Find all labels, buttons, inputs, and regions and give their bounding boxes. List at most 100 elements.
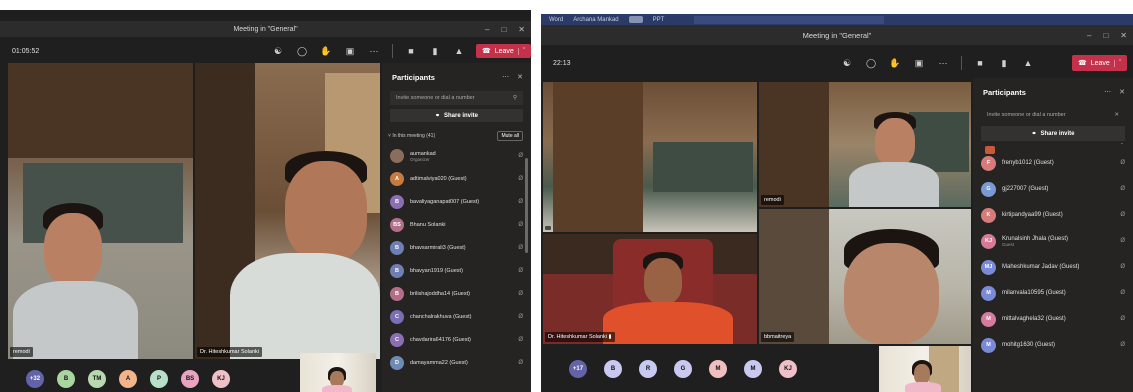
video-tile-remodi[interactable]: remodi [8, 63, 193, 359]
more-participants-badge[interactable]: +17 [569, 360, 587, 378]
close-panel-icon[interactable]: ✕ [1119, 88, 1125, 96]
participant-avatar[interactable]: G [674, 360, 692, 378]
participant-row[interactable]: Cchavdarira64176 (Guest) Ø [390, 331, 523, 349]
mic-icon[interactable]: ▮ [998, 57, 1010, 69]
avatar: B [390, 195, 404, 209]
leave-button[interactable]: ☎ Leave ˇ [476, 44, 531, 58]
maximize-icon[interactable]: □ [501, 25, 506, 34]
in-meeting-section-toggle[interactable]: ˅ In this meeting (41) [388, 133, 435, 139]
rooms-icon[interactable]: ▣ [344, 45, 356, 57]
more-options-icon[interactable]: ⋯ [502, 73, 509, 81]
more-participants-badge[interactable]: +32 [26, 370, 44, 388]
participant-row[interactable]: Mmittalvaghela32 (Guest) Ø [981, 310, 1125, 328]
reactions-icon[interactable]: ✋ [889, 57, 901, 69]
participant-avatar[interactable]: M [744, 360, 762, 378]
participant-avatar[interactable]: B [604, 360, 622, 378]
reactions-icon[interactable]: ✋ [320, 45, 332, 57]
close-icon[interactable]: ✕ [518, 25, 525, 34]
person-body [905, 382, 941, 392]
mute-all-button[interactable]: Mute all [497, 131, 523, 141]
participant-row[interactable]: Kkirtipandyaa99 (Guest) Ø [981, 206, 1125, 224]
more-actions-icon[interactable]: ⋯ [937, 57, 949, 69]
more-options-icon[interactable]: ⋯ [1104, 88, 1111, 96]
participant-row[interactable]: MJ Maheshkumar Jadav (Guest) Ø [981, 258, 1125, 276]
avatar: K [981, 207, 996, 223]
video-tile-hiteshkumar[interactable]: Dr. Hiteshkumar Solanki [195, 63, 380, 359]
participant-row[interactable]: BS Bhanu Solanki Ø [390, 216, 523, 234]
participant-row[interactable]: Ffrenyb1012 (Guest) Ø [981, 154, 1125, 172]
video-tile-empty-room[interactable] [543, 82, 757, 232]
participant-row[interactable]: Bbhavsarmirali3 (Guest) Ø [390, 239, 523, 257]
participants-icon[interactable]: ☯ [841, 57, 853, 69]
participant-row[interactable]: Ggj227007 (Guest) Ø [981, 180, 1125, 198]
share-screen-icon[interactable]: ▲ [1022, 57, 1034, 69]
participant-name: mohitg1630 (Guest) [1002, 342, 1055, 348]
os-tab-word[interactable]: Word [549, 17, 563, 23]
participant-name: Bhanu Solanki [410, 222, 445, 228]
mic-muted-icon: Ø [1120, 186, 1125, 192]
video-tile-remodi[interactable]: remodi [759, 82, 971, 207]
minimize-icon[interactable]: – [1087, 31, 1091, 40]
chevron-up-icon[interactable]: ˆ [1121, 144, 1123, 150]
rooms-icon[interactable]: ▣ [913, 57, 925, 69]
participant-avatar[interactable]: BS [181, 370, 199, 388]
panel-scrollbar[interactable] [525, 158, 528, 253]
camera-icon[interactable]: ■ [974, 57, 986, 69]
share-invite-button[interactable]: ⚭ Share invite [390, 109, 523, 122]
participant-name: milanvala10595 (Guest) [1002, 290, 1066, 296]
chat-icon[interactable]: ◯ [296, 45, 308, 57]
participant-row[interactable]: Mmohitg1630 (Guest) Ø [981, 336, 1125, 354]
invite-input[interactable]: Invite someone or dial a number ✕ [981, 108, 1125, 122]
mic-muted-icon: Ø [518, 337, 523, 343]
participant-avatar[interactable]: KJ [779, 360, 797, 378]
participant-avatar[interactable]: R [639, 360, 657, 378]
participant-avatar[interactable]: A [119, 370, 137, 388]
os-tab-ppt[interactable]: PPT [653, 17, 665, 23]
board [653, 142, 753, 192]
participant-name: Maheshkumar Jadav (Guest) [1002, 264, 1079, 270]
minimize-icon[interactable]: – [485, 25, 489, 34]
wall-cabinet [8, 63, 193, 158]
chevron-down-icon[interactable]: ˇ [1113, 59, 1121, 67]
share-invite-button[interactable]: ⚭ Share invite [981, 126, 1125, 141]
leave-button[interactable]: ☎ Leave ˇ [1072, 55, 1128, 71]
os-tab-archana[interactable]: Archana Mankad [573, 17, 618, 23]
participant-name-text: kirtipandyaa99 (Guest) [1002, 212, 1063, 218]
mic-icon[interactable]: ▮ [429, 45, 441, 57]
participant-name-text: chanchalrakhuva (Guest) [410, 314, 472, 320]
video-tile-bbmaitreya[interactable]: bbmaitreya [759, 209, 971, 344]
invite-input[interactable]: Invite someone or dial a number ⚲ [390, 91, 523, 105]
participant-avatar[interactable]: P [150, 370, 168, 388]
participant-row[interactable]: Bbrilishajoddha14 (Guest) Ø [390, 285, 523, 303]
participant-row[interactable]: Bbhavyan1919 (Guest) Ø [390, 262, 523, 280]
participant-row[interactable]: Cchanchalrakhuva (Guest) Ø [390, 308, 523, 326]
participant-row[interactable]: Mmilanvala10595 (Guest) Ø [981, 284, 1125, 302]
close-icon[interactable]: ✕ [1114, 112, 1119, 118]
participant-row[interactable]: aumankad Organizer Ø [390, 147, 523, 165]
participant-row[interactable]: Bbavaliyaganapat007 (Guest) Ø [390, 193, 523, 211]
close-icon[interactable]: ✕ [1120, 31, 1127, 40]
mic-muted-icon: Ø [1120, 160, 1125, 166]
participant-avatar[interactable]: B [57, 370, 75, 388]
maximize-icon[interactable]: □ [1103, 31, 1108, 40]
camera-icon[interactable]: ■ [405, 45, 417, 57]
window-controls: – □ ✕ [485, 21, 525, 37]
participants-icon[interactable]: ☯ [272, 45, 284, 57]
participant-avatar[interactable]: M [709, 360, 727, 378]
avatar [390, 149, 404, 163]
more-actions-icon[interactable]: ⋯ [368, 45, 380, 57]
participant-row[interactable]: Aadtimalviya020 (Guest) Ø [390, 170, 523, 188]
participant-row[interactable]: Ddamayamma22 (Guest) Ø [390, 354, 523, 372]
close-panel-icon[interactable]: ✕ [517, 73, 523, 81]
chat-icon[interactable]: ◯ [865, 57, 877, 69]
self-view-video[interactable] [879, 346, 971, 392]
participant-avatar[interactable]: KJ [212, 370, 230, 388]
participant-row[interactable]: KJ Krunalsinh Jhala (Guest) Guest Ø [981, 232, 1125, 250]
video-tile-hiteshkumar[interactable]: Dr. Hiteshkumar Solanki ▮ [543, 234, 757, 344]
os-taskbar-tab[interactable] [694, 15, 885, 24]
participant-name-text: bhavsarmirali3 (Guest) [410, 245, 466, 251]
share-screen-icon[interactable]: ▲ [453, 45, 465, 57]
chevron-down-icon[interactable]: ˇ [517, 47, 525, 55]
self-view-video[interactable] [300, 353, 376, 392]
participant-avatar[interactable]: TM [88, 370, 106, 388]
